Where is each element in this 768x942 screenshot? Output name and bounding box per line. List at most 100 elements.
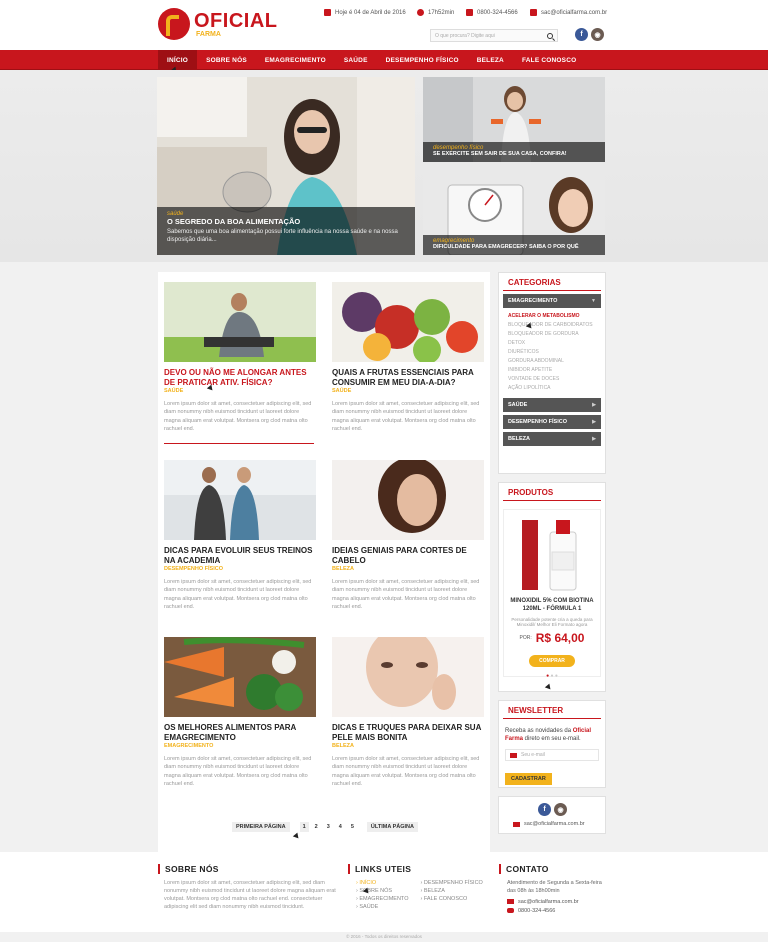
article-divider <box>164 443 314 445</box>
subcategory-item[interactable]: BLOQUEADOR DE GORDURA <box>508 329 601 338</box>
carousel-dots[interactable]: ● ● ● <box>504 673 600 679</box>
subcategory-item[interactable]: BLOQUEADOR DE CARBOIDRATOS <box>508 320 601 329</box>
subcategory-item[interactable]: DIURÉTICOS <box>508 347 601 356</box>
newsletter-email-input[interactable]: Seu e-mail <box>505 749 599 762</box>
article-category[interactable]: BELEZA <box>332 566 484 572</box>
page-button[interactable]: 1 <box>299 822 309 832</box>
last-page-button[interactable]: ÚLTIMA PÁGINA <box>366 822 419 832</box>
subcategory-item[interactable]: GORDURA ABDOMINAL <box>508 356 601 365</box>
facebook-icon[interactable]: f <box>538 803 551 816</box>
footer-links-col-2: › DESEMPENHO FÍSICO › BELEZA › FALE CONO… <box>420 880 482 912</box>
first-page-button[interactable]: PRIMEIRA PÁGINA <box>232 822 290 832</box>
article-excerpt: Lorem ipsum dolor sit amet, consectetuer… <box>332 756 480 787</box>
hero-side-1-caption: desempenho físico SE EXERCITE SEM SAIR D… <box>423 142 605 162</box>
footer-contact: CONTATO Atendimento de Segunda a Sexta-f… <box>499 864 607 914</box>
article-title[interactable]: DICAS E TRUQUES PARA DEIXAR SUA PELE MAI… <box>332 723 484 742</box>
facebook-icon[interactable]: f <box>575 28 588 41</box>
search-icon[interactable] <box>547 32 553 39</box>
article-category[interactable]: BELEZA <box>332 743 484 749</box>
article-image[interactable] <box>332 637 484 717</box>
nav-item-desempenho-fisico[interactable]: DESEMPENHO FÍSICO <box>377 50 468 70</box>
footer-link[interactable]: › BELEZA <box>420 888 482 896</box>
nav-item-sobre-nos[interactable]: SOBRE NÓS <box>197 50 256 70</box>
nav-item-fale-conosco[interactable]: FALE CONOSCO <box>513 50 585 70</box>
page-button[interactable]: 3 <box>324 822 333 832</box>
subcategory-item[interactable]: DETOX <box>508 338 601 347</box>
footer-links-col-1: › INÍCIO › SOBRE NÓS › EMAGRECIMENTO › S… <box>356 880 408 912</box>
nav-item-saude[interactable]: SAÚDE <box>335 50 377 70</box>
article-card[interactable]: DICAS E TRUQUES PARA DEIXAR SUA PELE MAI… <box>332 637 484 788</box>
article-title[interactable]: DICAS PARA EVOLUIR SEUS TREINOS NA ACADE… <box>164 546 316 565</box>
chevron-right-icon: ▶ <box>592 436 596 442</box>
instagram-icon[interactable]: ◉ <box>591 28 604 41</box>
footer-link[interactable]: › DESEMPENHO FÍSICO <box>420 880 482 888</box>
category-saude[interactable]: SAÚDE ▶ <box>503 398 601 412</box>
footer-email-text[interactable]: sac@oficialfarma.com.br <box>518 899 579 905</box>
email-info[interactable]: sac@oficialfarma.com.br <box>530 9 607 16</box>
hero-main-title[interactable]: O SEGREDO DA BOA ALIMENTAÇÃO <box>167 217 405 226</box>
article-image[interactable] <box>164 637 316 717</box>
article-category[interactable]: SAÚDE <box>164 388 316 394</box>
article-category[interactable]: SAÚDE <box>332 388 484 394</box>
page-button[interactable]: 4 <box>336 822 345 832</box>
category-beleza[interactable]: BELEZA ▶ <box>503 432 601 446</box>
footer-link[interactable]: › FALE CONOSCO <box>420 896 482 904</box>
sidebar-email-text[interactable]: sac@oficialfarma.com.br <box>524 821 585 827</box>
footer-link-label: DESEMPENHO FÍSICO <box>423 880 483 886</box>
subcategory-item[interactable]: AÇÃO LIPOLÍTICA <box>508 383 601 392</box>
page-button[interactable]: 5 <box>348 822 357 832</box>
buy-button[interactable]: COMPRAR <box>529 655 575 668</box>
email-text[interactable]: sac@oficialfarma.com.br <box>541 10 607 16</box>
category-label: BELEZA <box>508 436 530 442</box>
search-input[interactable]: O que procura? Digite aqui <box>430 29 558 42</box>
subcategory-item[interactable]: ACELERAR O METABOLISMO <box>508 311 601 320</box>
footer-email[interactable]: sac@oficialfarma.com.br <box>499 899 607 905</box>
article-card[interactable]: IDEIAS GENIAIS PARA CORTES DE CABELO BEL… <box>332 460 484 611</box>
article-category[interactable]: EMAGRECIMENTO <box>164 743 316 749</box>
hero-main[interactable]: saúde O SEGREDO DA BOA ALIMENTAÇÃO Sabem… <box>157 77 415 255</box>
article-card[interactable]: DICAS PARA EVOLUIR SEUS TREINOS NA ACADE… <box>164 460 316 611</box>
page-button[interactable]: 2 <box>312 822 321 832</box>
footer-link[interactable]: › SAÚDE <box>356 904 408 912</box>
article-title[interactable]: QUAIS A FRUTAS ESSENCIAIS PARA CONSUMIR … <box>332 368 484 387</box>
article-image[interactable] <box>332 460 484 540</box>
article-card[interactable]: OS MELHORES ALIMENTOS PARA EMAGRECIMENTO… <box>164 637 316 788</box>
footer-hours: Atendimento de Segunda a Sexta-feira das… <box>507 880 602 894</box>
category-desempenho-fisico[interactable]: DESEMPENHO FÍSICO ▶ <box>503 415 601 429</box>
article-card[interactable]: DEVO OU NÃO ME ALONGAR ANTES DE PRATICAR… <box>164 282 316 445</box>
footer-link-label: BELEZA <box>423 887 445 894</box>
article-image[interactable] <box>164 282 316 362</box>
subscribe-button[interactable]: CADASTRAR <box>505 773 552 786</box>
article-card[interactable]: QUAIS A FRUTAS ESSENCIAIS PARA CONSUMIR … <box>332 282 484 433</box>
product-desc: Personalidade potente cria a queda para … <box>511 616 593 628</box>
nav-item-beleza[interactable]: BELEZA <box>468 50 513 70</box>
product-card[interactable]: MINOXIDIL 5% COM BIOTINA 120ML - FÓRMULA… <box>503 509 601 679</box>
article-image[interactable] <box>164 460 316 540</box>
article-category[interactable]: DESEMPENHO FÍSICO <box>164 566 316 572</box>
logo[interactable]: OFICIAL FARMA <box>158 7 278 41</box>
instagram-icon[interactable]: ◉ <box>554 803 567 816</box>
sidebar-contact-email[interactable]: sac@oficialfarma.com.br <box>513 821 585 827</box>
article-image[interactable] <box>332 282 484 362</box>
hero-side-2-title[interactable]: DIFICULDADE PARA EMAGRECER? SAIBA O POR … <box>433 244 595 250</box>
category-emagrecimento[interactable]: EMAGRECIMENTO ▼ <box>503 294 601 308</box>
article-title[interactable]: OS MELHORES ALIMENTOS PARA EMAGRECIMENTO <box>164 723 316 742</box>
footer-about-text: Lorem ipsum dolor sit amet, consectetuer… <box>164 880 336 910</box>
subcategory-item[interactable]: INIBIDOR APETITE <box>508 365 601 374</box>
subcategory-item[interactable]: VONTADE DE DOCES <box>508 374 601 383</box>
article-title[interactable]: IDEIAS GENIAIS PARA CORTES DE CABELO <box>332 546 484 565</box>
newsletter-text-2: direto em seu e-mail. <box>523 736 581 743</box>
article-title[interactable]: DEVO OU NÃO ME ALONGAR ANTES DE PRATICAR… <box>164 368 316 387</box>
categories-box: CATEGORIAS EMAGRECIMENTO ▼ ACELERAR O ME… <box>498 272 606 474</box>
product-name[interactable]: MINOXIDIL 5% COM BIOTINA 120ML - FÓRMULA… <box>504 598 600 614</box>
nav-item-emagrecimento[interactable]: EMAGRECIMENTO <box>256 50 335 70</box>
social-box: f ◉ sac@oficialfarma.com.br <box>498 796 606 834</box>
hero-side-1[interactable]: desempenho físico SE EXERCITE SEM SAIR D… <box>423 77 605 162</box>
nav-items: INÍCIO SOBRE NÓS EMAGRECIMENTO SAÚDE DES… <box>158 50 585 70</box>
article-image-graphic <box>332 460 484 540</box>
hero-side-2[interactable]: emagrecimento DIFICULDADE PARA EMAGRECER… <box>423 170 605 255</box>
pagination: PRIMEIRA PÁGINA 1 2 3 4 5 ÚLTIMA PÁGINA <box>232 822 419 832</box>
envelope-icon <box>507 899 514 905</box>
footer-link[interactable]: › EMAGRECIMENTO <box>356 896 408 904</box>
hero-side-1-title[interactable]: SE EXERCITE SEM SAIR DE SUA CASA, CONFIR… <box>433 151 595 157</box>
